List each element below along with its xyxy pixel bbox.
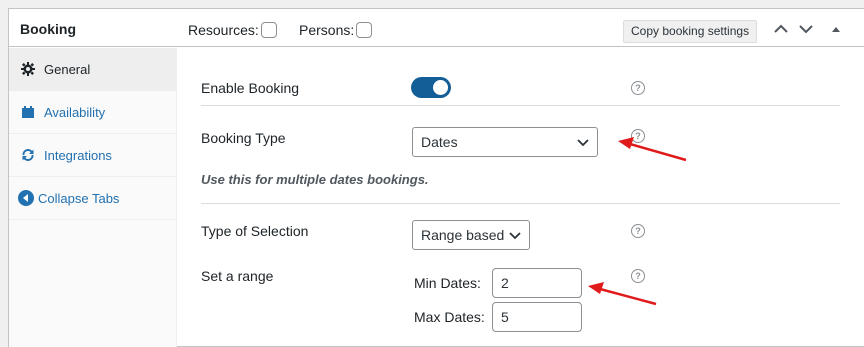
min-dates-label: Min Dates:: [414, 275, 481, 291]
resources-label: Resources:: [188, 22, 259, 38]
move-down-icon[interactable]: [797, 22, 815, 36]
tab-availability[interactable]: Availability: [9, 91, 177, 134]
tab-integrations-label: Integrations: [44, 147, 112, 163]
calendar-icon: [20, 104, 36, 120]
gear-icon: [20, 61, 36, 77]
enable-booking-toggle[interactable]: [411, 77, 451, 98]
sidebar: General Availability Integrations Collap…: [9, 48, 177, 347]
sync-icon: [20, 147, 36, 163]
persons-label: Persons:: [299, 22, 355, 38]
metabox-header: Booking Resources: Persons: Copy booking…: [9, 9, 864, 47]
tab-general[interactable]: General: [9, 48, 177, 91]
selection-type-value: Range based: [421, 227, 505, 243]
collapse-left-icon: [18, 190, 34, 206]
resources-option: Resources:: [188, 22, 277, 38]
range-label: Set a range: [201, 268, 274, 284]
divider: [201, 105, 840, 106]
tab-integrations[interactable]: Integrations: [9, 134, 177, 177]
persons-checkbox[interactable]: [356, 22, 373, 38]
chevron-down-icon: [577, 139, 589, 147]
tab-availability-label: Availability: [44, 104, 106, 120]
annotation-arrow-icon: [588, 282, 657, 306]
resources-checkbox[interactable]: [260, 22, 277, 38]
move-up-icon[interactable]: [772, 22, 790, 36]
toggle-knob: [433, 80, 448, 95]
selection-type-select[interactable]: Range based: [412, 220, 530, 250]
persons-option: Persons:: [299, 22, 373, 38]
booking-metabox: Booking Resources: Persons: Copy booking…: [8, 8, 864, 347]
chevron-down-icon: [509, 232, 521, 240]
collapse-panel-icon[interactable]: [830, 22, 842, 36]
help-icon[interactable]: ?: [631, 81, 645, 95]
enable-booking-label: Enable Booking: [201, 80, 300, 96]
booking-type-label: Booking Type: [201, 130, 286, 146]
max-dates-input[interactable]: 5: [492, 302, 582, 332]
copy-booking-settings-button[interactable]: Copy booking settings: [623, 20, 758, 43]
selection-type-label: Type of Selection: [201, 223, 309, 239]
booking-type-value: Dates: [421, 134, 458, 150]
general-settings: Enable Booking ? Booking Type Dates ? Us…: [177, 48, 864, 347]
metabox-title: Booking: [20, 21, 76, 37]
max-dates-label: Max Dates:: [414, 309, 485, 325]
divider: [201, 203, 840, 204]
tab-collapse-label: Collapse Tabs: [38, 190, 120, 206]
min-dates-input[interactable]: 2: [492, 268, 582, 298]
booking-type-note: Use this for multiple dates bookings.: [201, 172, 429, 187]
booking-type-select[interactable]: Dates: [412, 127, 598, 157]
annotation-arrow-icon: [618, 137, 687, 162]
tab-collapse[interactable]: Collapse Tabs: [9, 177, 177, 220]
tab-general-label: General: [44, 61, 91, 77]
help-icon[interactable]: ?: [631, 224, 645, 238]
